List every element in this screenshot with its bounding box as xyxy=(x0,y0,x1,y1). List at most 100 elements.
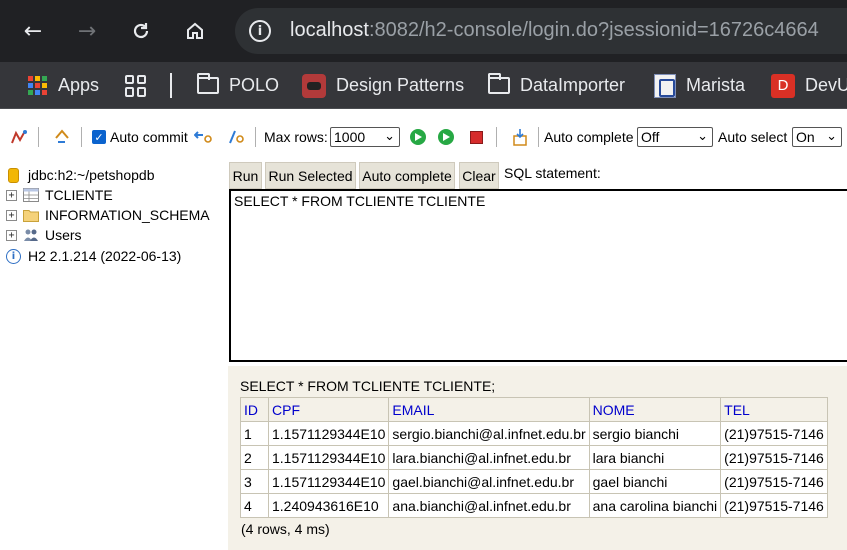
schema-tree: jdbc:h2:~/petshopdb + TCLIENTE + INFORMA… xyxy=(0,160,228,550)
bookmark-label: DataImporter xyxy=(520,75,626,95)
bookmark-separator xyxy=(170,73,172,98)
bookmark-dataimporter[interactable]: DataImporter xyxy=(488,62,625,109)
chevron-down-icon: ⌄ xyxy=(384,129,395,144)
chevron-down-icon: ⌄ xyxy=(826,129,837,144)
reload-icon[interactable] xyxy=(124,14,158,48)
auto-complete-label: Auto complete xyxy=(544,129,634,145)
auto-complete-select[interactable]: Off ⌄ xyxy=(637,116,713,158)
clear-button[interactable]: Clear xyxy=(459,162,499,189)
d-favicon-icon: D xyxy=(771,73,795,98)
version-label: H2 2.1.214 (2022-06-13) xyxy=(28,248,182,264)
column-header[interactable]: CPF xyxy=(267,397,390,422)
results-table: ID CPF EMAIL NOME TEL 1 1.1571129344E10 … xyxy=(240,397,828,518)
grid-icon xyxy=(125,74,147,97)
bookmark-polo[interactable]: POLO xyxy=(197,62,279,109)
tree-connection-label: jdbc:h2:~/petshopdb xyxy=(28,167,155,183)
sql-statement-label: SQL statement: xyxy=(504,165,601,181)
tree-item-label: Users xyxy=(45,227,82,243)
auto-complete-button[interactable]: Auto complete xyxy=(359,162,455,189)
table-cell: gael bianchi xyxy=(588,469,722,494)
apps-grid-icon xyxy=(28,75,48,96)
result-query-echo: SELECT * FROM TCLIENTE TCLIENTE; xyxy=(240,378,496,394)
query-panel: Run Run Selected Auto complete Clear SQL… xyxy=(228,158,847,362)
disconnect-icon[interactable] xyxy=(10,116,28,158)
bookmark-devu[interactable]: D DevU xyxy=(771,62,847,109)
table-row: 1 1.1571129344E10 sergio.bianchi@al.infn… xyxy=(240,421,828,446)
auto-complete-value: Off xyxy=(641,129,660,145)
browser-toolbar: ← → i localhost:8082/h2-console/login.do… xyxy=(0,0,847,62)
forward-icon[interactable]: → xyxy=(70,14,104,48)
table-cell: sergio.bianchi@al.infnet.edu.br xyxy=(388,421,590,446)
table-cell: (21)97515-7146 xyxy=(720,421,828,446)
chevron-down-icon: ⌄ xyxy=(697,129,708,144)
bookmark-apps[interactable]: Apps xyxy=(28,62,99,109)
site-info-icon[interactable]: i xyxy=(249,20,271,42)
back-icon[interactable]: ← xyxy=(16,14,50,48)
home-icon[interactable] xyxy=(178,14,212,48)
expand-icon[interactable]: + xyxy=(6,209,17,221)
column-header[interactable]: EMAIL xyxy=(388,397,590,422)
table-cell: 1.1571129344E10 xyxy=(267,469,390,494)
sql-editor[interactable]: SELECT * FROM TCLIENTE TCLIENTE xyxy=(229,189,847,362)
info-icon: i xyxy=(6,248,21,264)
rollback-icon[interactable] xyxy=(194,116,212,158)
stop-icon[interactable] xyxy=(470,116,483,158)
column-header[interactable]: TEL xyxy=(720,397,828,422)
bookmark-marista[interactable]: Marista xyxy=(654,62,745,109)
tree-item-tcliente[interactable]: + TCLIENTE xyxy=(6,185,113,205)
tree-item-users[interactable]: + Users xyxy=(6,225,82,245)
table-cell: ana.bianchi@al.infnet.edu.br xyxy=(388,493,590,518)
table-row: 2 1.1571129344E10 lara.bianchi@al.infnet… xyxy=(240,445,828,470)
table-cell: lara bianchi xyxy=(588,445,722,470)
address-bar[interactable]: i localhost:8082/h2-console/login.do?jse… xyxy=(235,8,847,54)
auto-select-value: On xyxy=(796,129,815,145)
marista-favicon-icon xyxy=(654,73,676,98)
tree-item-information-schema[interactable]: + INFORMATION_SCHEMA xyxy=(6,205,210,225)
bookmark-label: DevU xyxy=(805,75,847,95)
commit-icon[interactable] xyxy=(227,116,245,158)
bookmark-design-patterns[interactable]: Design Patterns xyxy=(302,62,464,109)
run-selected-icon[interactable] xyxy=(438,116,454,158)
url-text[interactable]: localhost:8082/h2-console/login.do?jsess… xyxy=(290,19,819,42)
table-cell: (21)97515-7146 xyxy=(720,469,828,494)
users-icon xyxy=(23,228,39,242)
table-cell: 1 xyxy=(240,421,269,446)
column-header[interactable]: NOME xyxy=(588,397,722,422)
auto-select-select[interactable]: On ⌄ xyxy=(792,116,842,158)
toolbar-separator xyxy=(38,127,39,147)
tree-connection[interactable]: jdbc:h2:~/petshopdb xyxy=(6,165,155,185)
table-cell: sergio bianchi xyxy=(588,421,722,446)
table-cell: 2 xyxy=(240,445,269,470)
table-row: 4 1.240943616E10 ana.bianchi@al.infnet.e… xyxy=(240,493,828,518)
bookmark-label: Marista xyxy=(686,75,746,95)
table-header-row: ID CPF EMAIL NOME TEL xyxy=(240,397,828,422)
table-cell: gael.bianchi@al.infnet.edu.br xyxy=(388,469,590,494)
folder-icon xyxy=(488,73,510,94)
max-rows-select[interactable]: 1000 ⌄ xyxy=(330,116,400,158)
bookmark-label: Apps xyxy=(58,75,100,95)
auto-commit-label: Auto commit xyxy=(110,129,188,145)
auto-select-label: Auto select xyxy=(718,129,788,145)
expand-icon[interactable]: + xyxy=(6,189,17,201)
bookmark-label: POLO xyxy=(229,75,280,95)
column-header[interactable]: ID xyxy=(240,397,269,422)
bookmark-tab-grid[interactable] xyxy=(125,62,157,109)
table-cell: 4 xyxy=(240,493,269,518)
tree-item-label: TCLIENTE xyxy=(45,187,113,203)
auto-commit-checkbox[interactable]: ✓ Auto commit xyxy=(92,116,188,158)
table-cell: (21)97515-7146 xyxy=(720,445,828,470)
run-button-icon[interactable] xyxy=(410,116,426,158)
folder-icon xyxy=(23,208,39,222)
tree-item-label: INFORMATION_SCHEMA xyxy=(45,207,210,223)
run-button[interactable]: Run xyxy=(229,162,262,189)
toolbar-separator xyxy=(538,127,539,147)
toolbar-separator xyxy=(496,127,497,147)
refresh-icon[interactable] xyxy=(53,116,71,158)
checkbox-checked-icon[interactable]: ✓ xyxy=(92,130,106,144)
table-row: 3 1.1571129344E10 gael.bianchi@al.infnet… xyxy=(240,469,828,494)
history-icon[interactable] xyxy=(512,116,528,158)
table-cell: 1.1571129344E10 xyxy=(267,445,390,470)
run-selected-button[interactable]: Run Selected xyxy=(265,162,356,189)
expand-icon[interactable]: + xyxy=(6,229,17,241)
table-cell: (21)97515-7146 xyxy=(720,493,828,518)
